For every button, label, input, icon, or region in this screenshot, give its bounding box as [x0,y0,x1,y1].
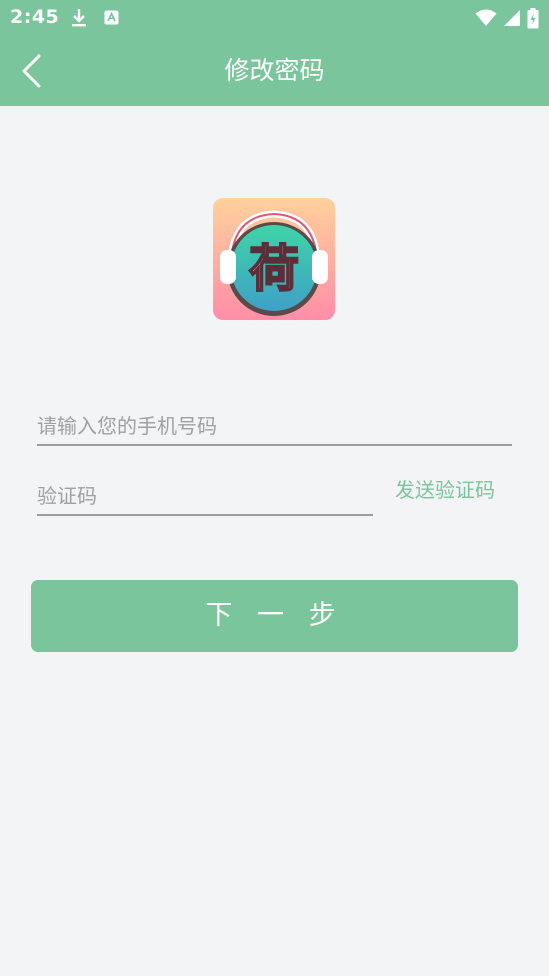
app-logo: 荷 [213,198,335,320]
logo-glyph: 荷 [249,240,299,298]
status-right-group [475,7,539,29]
phone-input[interactable] [37,410,512,442]
a-badge-icon [104,10,119,25]
send-code-button[interactable]: 发送验证码 [395,474,495,503]
app-logo-image: 荷 [213,198,335,320]
signal-icon [504,10,520,26]
app-bar: 修改密码 [0,36,549,106]
verification-code-input[interactable] [37,480,373,512]
status-bar: 2:45 [0,0,549,36]
battery-charging-icon [527,7,539,28]
page-title: 修改密码 [224,56,325,85]
next-button[interactable]: 下 一 步 [31,580,518,652]
wifi-icon [475,9,497,26]
verification-code-field[interactable] [37,480,373,516]
phone-field[interactable] [37,410,512,446]
status-time: 2:45 [10,6,60,28]
download-icon [72,9,86,27]
